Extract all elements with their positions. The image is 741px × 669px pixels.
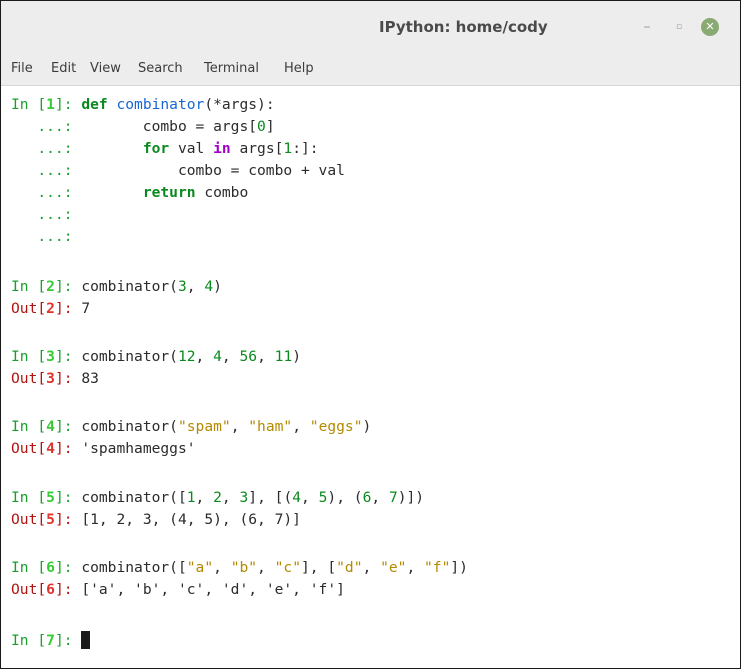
menu-file[interactable]: File	[11, 53, 33, 85]
menu-search[interactable]: Search	[138, 53, 183, 85]
text-cursor	[81, 631, 91, 649]
menu-help[interactable]: Help	[284, 53, 314, 85]
title-bar[interactable]: IPython: home/cody – ▫ ✕	[1, 1, 740, 53]
menu-bar: File Edit View Search Terminal Help	[1, 53, 740, 86]
continuation-line: ...: combo = combo + val	[11, 162, 345, 179]
menu-view[interactable]: View	[90, 53, 121, 85]
input-line-1: In [1]: def combinator(*args):	[11, 96, 275, 113]
window-title: IPython: home/cody	[1, 1, 740, 53]
terminal-output[interactable]: In [1]: def combinator(*args): ...: comb…	[1, 86, 740, 668]
output-line-6: Out[6]: ['a', 'b', 'c', 'd', 'e', 'f']	[11, 581, 345, 598]
input-line-3: In [3]: combinator(12, 4, 56, 11)	[11, 348, 302, 365]
maximize-button[interactable]: ▫	[669, 17, 689, 37]
continuation-line: ...: combo = args[0]	[11, 118, 275, 135]
menu-edit[interactable]: Edit	[51, 53, 76, 85]
input-line-2: In [2]: combinator(3, 4)	[11, 278, 222, 295]
output-line-5: Out[5]: [1, 2, 3, (4, 5), (6, 7)]	[11, 511, 301, 528]
continuation-line: ...:	[11, 206, 73, 223]
terminal-window: IPython: home/cody – ▫ ✕ File Edit View …	[0, 0, 741, 669]
input-line-5: In [5]: combinator([1, 2, 3], [(4, 5), (…	[11, 489, 425, 506]
continuation-line: ...:	[11, 228, 73, 245]
minimize-button[interactable]: –	[637, 17, 657, 37]
continuation-line: ...: for val in args[1:]:	[11, 140, 319, 157]
input-line-6: In [6]: combinator(["a", "b", "c"], ["d"…	[11, 559, 468, 576]
output-line-2: Out[2]: 7	[11, 300, 91, 317]
input-line-7[interactable]: In [7]:	[11, 630, 91, 652]
close-button[interactable]: ✕	[701, 18, 719, 36]
window-title-text: IPython: home/cody	[379, 18, 548, 36]
continuation-line: ...: return combo	[11, 184, 249, 201]
input-line-4: In [4]: combinator("spam", "ham", "eggs"…	[11, 418, 372, 435]
output-line-4: Out[4]: 'spamhameggs'	[11, 440, 196, 457]
output-line-3: Out[3]: 83	[11, 370, 99, 387]
menu-terminal[interactable]: Terminal	[204, 53, 259, 85]
